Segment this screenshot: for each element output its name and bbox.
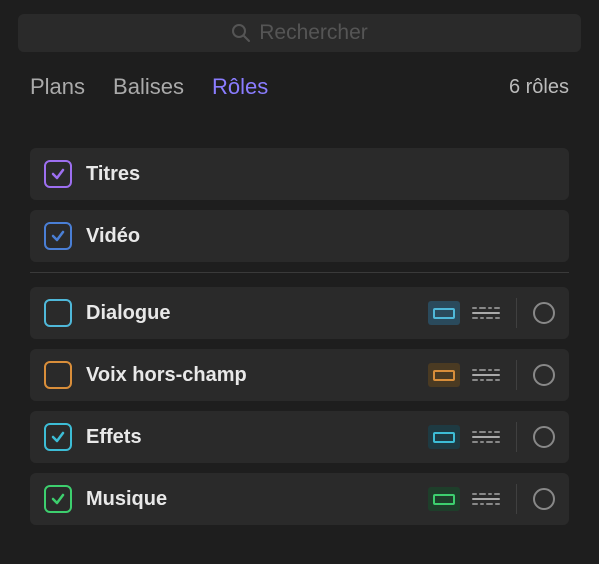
clip-display-icon[interactable] bbox=[428, 425, 460, 449]
lanes-icon[interactable] bbox=[472, 365, 500, 385]
checkbox-video[interactable] bbox=[44, 222, 72, 250]
checkbox-dialogue[interactable] bbox=[44, 299, 72, 327]
role-actions bbox=[428, 484, 555, 514]
checkbox-titres[interactable] bbox=[44, 160, 72, 188]
role-item-video: Vidéo bbox=[30, 210, 569, 262]
solo-icon[interactable] bbox=[533, 364, 555, 386]
action-divider bbox=[516, 422, 517, 452]
role-item-effets: Effets bbox=[30, 411, 569, 463]
lanes-icon[interactable] bbox=[472, 427, 500, 447]
roles-count: 6 rôles bbox=[509, 76, 569, 99]
role-label-effets: Effets bbox=[86, 426, 428, 449]
role-actions bbox=[428, 298, 555, 328]
lanes-icon[interactable] bbox=[472, 303, 500, 323]
role-label-video: Vidéo bbox=[86, 225, 555, 248]
role-item-musique: Musique bbox=[30, 473, 569, 525]
role-label-titres: Titres bbox=[86, 163, 555, 186]
search-field[interactable]: Rechercher bbox=[18, 14, 581, 52]
role-list: Titres Vidéo Dialogue Voix hors-champ bbox=[0, 118, 599, 525]
check-icon bbox=[50, 429, 66, 445]
role-label-dialogue: Dialogue bbox=[86, 302, 428, 325]
lanes-icon[interactable] bbox=[472, 489, 500, 509]
clip-display-icon[interactable] bbox=[428, 363, 460, 387]
action-divider bbox=[516, 298, 517, 328]
clip-display-icon[interactable] bbox=[428, 301, 460, 325]
checkbox-voix[interactable] bbox=[44, 361, 72, 389]
role-actions bbox=[428, 422, 555, 452]
solo-icon[interactable] bbox=[533, 426, 555, 448]
tab-bar: Plans Balises Rôles 6 rôles bbox=[0, 52, 599, 118]
role-item-voix: Voix hors-champ bbox=[30, 349, 569, 401]
solo-icon[interactable] bbox=[533, 302, 555, 324]
solo-icon[interactable] bbox=[533, 488, 555, 510]
role-label-voix: Voix hors-champ bbox=[86, 364, 428, 387]
checkbox-musique[interactable] bbox=[44, 485, 72, 513]
check-icon bbox=[50, 491, 66, 507]
tab-roles[interactable]: Rôles bbox=[212, 74, 268, 100]
action-divider bbox=[516, 360, 517, 390]
clip-display-icon[interactable] bbox=[428, 487, 460, 511]
divider bbox=[30, 272, 569, 273]
search-icon bbox=[231, 23, 251, 43]
role-item-dialogue: Dialogue bbox=[30, 287, 569, 339]
check-icon bbox=[50, 166, 66, 182]
check-icon bbox=[50, 228, 66, 244]
action-divider bbox=[516, 484, 517, 514]
search-placeholder: Rechercher bbox=[259, 21, 368, 45]
role-item-titres: Titres bbox=[30, 148, 569, 200]
tab-plans[interactable]: Plans bbox=[30, 74, 85, 100]
tab-balises[interactable]: Balises bbox=[113, 74, 184, 100]
role-label-musique: Musique bbox=[86, 488, 428, 511]
checkbox-effets[interactable] bbox=[44, 423, 72, 451]
role-actions bbox=[428, 360, 555, 390]
